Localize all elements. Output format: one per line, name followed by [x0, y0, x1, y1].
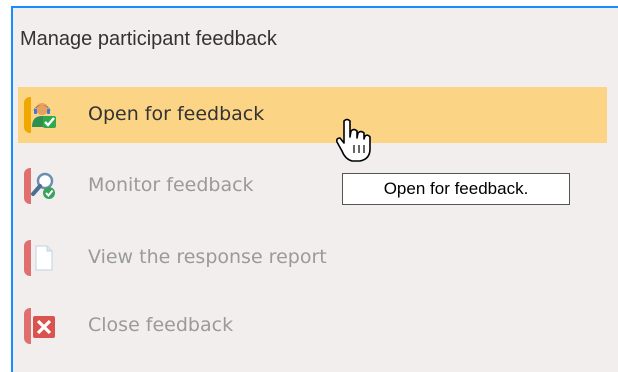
close-feedback-item[interactable]: Close feedback: [18, 298, 607, 354]
user-check-icon: [32, 103, 56, 128]
item-label: View the response report: [88, 246, 327, 268]
close-x-icon: [33, 316, 55, 338]
tooltip: Open for feedback.: [342, 173, 570, 205]
view-response-report-item[interactable]: View the response report: [18, 230, 607, 286]
hand-cursor-icon: [336, 118, 371, 162]
document-icon: [35, 245, 53, 271]
open-for-feedback-item[interactable]: Open for feedback: [18, 87, 607, 143]
item-label: Close feedback: [88, 314, 234, 336]
magnifier-check-icon: [31, 172, 55, 199]
item-label: Monitor feedback: [88, 174, 254, 196]
panel-title: Manage participant feedback: [20, 28, 277, 50]
item-label: Open for feedback: [88, 103, 265, 125]
